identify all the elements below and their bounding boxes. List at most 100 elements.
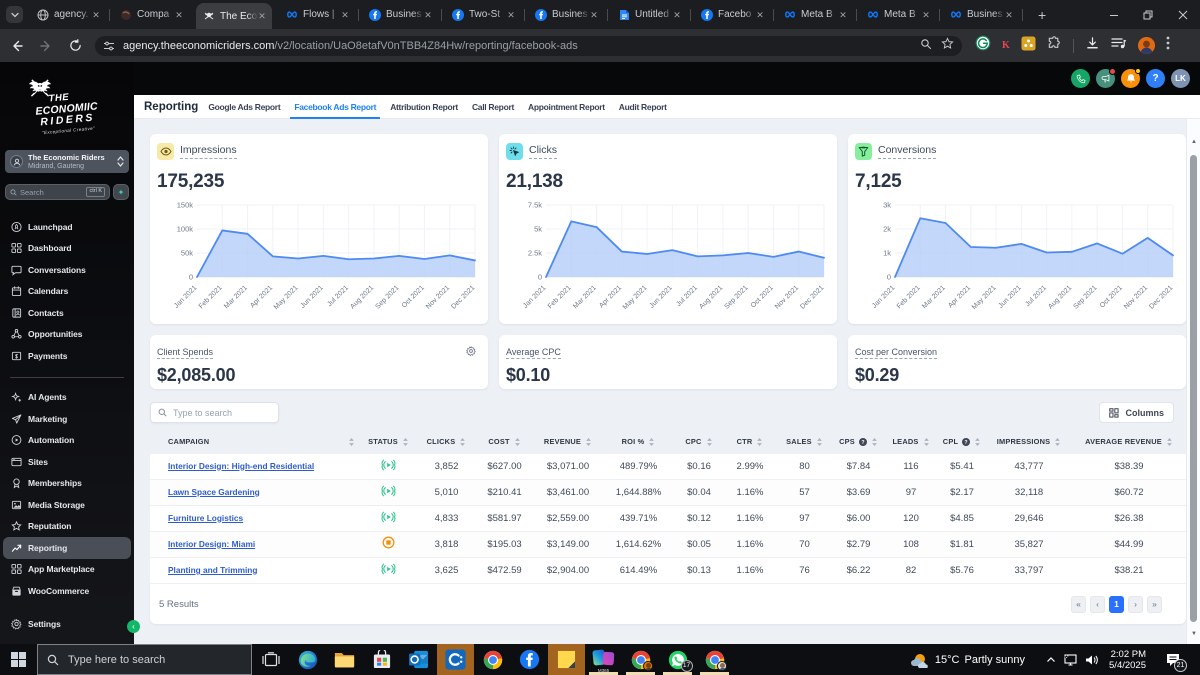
address-bar[interactable]: agency.theeconomicriders.com/v2/location… <box>95 35 962 56</box>
sidebar-item-conversations[interactable]: Conversations <box>0 259 134 281</box>
ai-assistant-button[interactable]: ✦ <box>113 184 129 200</box>
browser-tab-3[interactable]: The Eco ✕ <box>196 3 272 29</box>
campaign-link[interactable]: Interior Design: High-end Residential <box>168 461 314 471</box>
outlook-taskbar-button[interactable] <box>400 644 437 675</box>
campaign-link[interactable]: Furniture Logistics <box>168 513 243 523</box>
column-header-leads[interactable]: Leads <box>884 431 938 453</box>
sidebar-item-dashboard[interactable]: Dashboard <box>0 238 134 260</box>
tab-audit-report[interactable]: Audit Report <box>615 95 671 119</box>
sidebar-item-launchpad[interactable]: Launchpad <box>0 216 134 238</box>
c-app-taskbar-button[interactable] <box>437 644 474 675</box>
tab-call-report[interactable]: Call Report <box>468 95 518 119</box>
browser-tab-6[interactable]: Two-St ✕ <box>445 0 521 29</box>
chrome-taskbar-button[interactable] <box>474 644 511 675</box>
volume-icon[interactable] <box>1085 654 1099 666</box>
browser-profile-avatar[interactable] <box>1137 37 1155 54</box>
sidebar-item-reputation[interactable]: Reputation <box>0 516 134 538</box>
sidebar-item-opportunities[interactable]: Opportunities <box>0 324 134 346</box>
edge-taskbar-button[interactable] <box>289 644 326 675</box>
sidebar-search-input[interactable]: Search ctrl K <box>5 184 110 200</box>
scrollbar-thumb[interactable] <box>1190 155 1197 622</box>
campaign-link[interactable]: Lawn Space Gardening <box>168 487 260 497</box>
gear-icon[interactable] <box>466 343 476 361</box>
tray-chevron-icon[interactable] <box>1046 656 1056 664</box>
whatsapp-taskbar-button[interactable]: 17 <box>659 644 696 675</box>
sidebar-collapse-button[interactable]: ‹ <box>127 620 140 633</box>
taskbar-clock[interactable]: 2:02 PM 5/4/2025 <box>1109 649 1146 671</box>
help-button[interactable]: ? <box>1146 69 1165 88</box>
tab-appointment-report[interactable]: Appointment Report <box>524 95 609 119</box>
taskbar-search-input[interactable]: Type here to search <box>37 644 252 675</box>
weather-condition[interactable]: Partly sunny <box>964 654 1025 666</box>
sidebar-item-memberships[interactable]: Memberships <box>0 473 134 495</box>
column-header-clicks[interactable]: Clicks <box>417 431 476 453</box>
sidebar-item-media-storage[interactable]: Media Storage <box>0 494 134 516</box>
column-header-campaign[interactable]: Campaign <box>150 431 360 453</box>
yellow-extension-icon[interactable] <box>1021 36 1036 56</box>
tab-close-icon[interactable]: ✕ <box>175 10 183 19</box>
scroll-up-arrow[interactable]: ▲ <box>1190 139 1198 145</box>
column-header-ctr[interactable]: CTR <box>724 431 776 453</box>
tab-attribution-report[interactable]: Attribution Report <box>386 95 462 119</box>
table-search-input[interactable]: Type to search <box>150 402 279 423</box>
page-scrollbar[interactable]: ▲ ▼ <box>1186 119 1200 644</box>
column-header-revenue[interactable]: Revenue <box>533 431 603 453</box>
tab-close-icon[interactable]: ✕ <box>507 10 515 19</box>
browser-tab-4[interactable]: Flows | ✕ <box>279 0 355 29</box>
bookmark-star-icon[interactable] <box>941 36 954 55</box>
location-switcher[interactable]: The Economic Riders Midrand, Gauteng <box>5 150 129 173</box>
tab-google-ads-report[interactable]: Google Ads Report <box>204 95 284 119</box>
page-button[interactable]: « <box>1071 595 1086 613</box>
sidebar-item-app-marketplace[interactable]: App Marketplace <box>0 559 134 581</box>
browser-tab-12[interactable]: Busines ✕ <box>943 0 1019 29</box>
tab-facebook-ads-report[interactable]: Facebook Ads Report <box>290 95 381 119</box>
browser-tab-10[interactable]: Meta B ✕ <box>777 0 853 29</box>
file-explorer-taskbar-button[interactable] <box>326 644 363 675</box>
playlist-icon[interactable] <box>1111 36 1127 55</box>
reload-button[interactable] <box>63 34 87 58</box>
browser-menu-icon[interactable] <box>1166 36 1170 55</box>
tab-close-icon[interactable]: ✕ <box>922 10 930 19</box>
chrome-profile1-taskbar-button[interactable] <box>622 644 659 675</box>
browser-tab-8[interactable]: Untitled ✕ <box>611 0 687 29</box>
m365-taskbar-button[interactable]: M365 <box>585 644 622 675</box>
sidebar-item-contacts[interactable]: Contacts <box>0 302 134 324</box>
column-header-average-revenue[interactable]: Average Revenue <box>1072 431 1186 453</box>
column-header-status[interactable]: Status <box>360 431 417 453</box>
announcements-button[interactable] <box>1096 68 1116 88</box>
tab-close-icon[interactable]: ✕ <box>424 10 432 19</box>
sidebar-item-calendars[interactable]: Calendars <box>0 281 134 303</box>
tab-close-icon[interactable]: ✕ <box>341 10 349 19</box>
search-icon[interactable] <box>920 37 932 55</box>
tab-search-chevron-icon[interactable] <box>6 6 23 23</box>
downloads-icon[interactable] <box>1085 36 1100 56</box>
extensions-puzzle-icon[interactable] <box>1047 35 1062 56</box>
page-button-current[interactable]: 1 <box>1109 595 1124 613</box>
browser-tab-5[interactable]: Busines ✕ <box>362 0 438 29</box>
chrome-profile2-taskbar-button[interactable] <box>696 644 733 675</box>
network-icon[interactable] <box>1063 653 1078 666</box>
scroll-down-arrow[interactable]: ▼ <box>1190 631 1198 637</box>
close-window-button[interactable] <box>1166 0 1200 29</box>
browser-tab-1[interactable]: agency. ✕ <box>30 0 106 29</box>
site-settings-icon[interactable] <box>103 40 115 52</box>
tab-close-icon[interactable]: ✕ <box>756 10 764 19</box>
browser-tab-9[interactable]: Facebo ✕ <box>694 0 770 29</box>
column-header-roi-[interactable]: ROI % <box>603 431 674 453</box>
phone-button[interactable] <box>1071 69 1090 88</box>
sidebar-item-woocommerce[interactable]: WooCommerce <box>0 580 134 602</box>
browser-tab-2[interactable]: Compa ✕ <box>113 0 189 29</box>
campaign-link[interactable]: Interior Design: Miami <box>168 539 255 549</box>
sidebar-item-settings[interactable]: Settings <box>0 614 134 636</box>
restore-button[interactable] <box>1131 0 1166 29</box>
columns-button[interactable]: Columns <box>1099 402 1174 423</box>
action-center-button[interactable]: 21 <box>1163 650 1187 672</box>
weather-temp[interactable]: 15°C <box>935 654 960 666</box>
tab-close-icon[interactable]: ✕ <box>839 10 847 19</box>
tab-close-icon[interactable]: ✕ <box>673 10 681 19</box>
column-header-impressions[interactable]: Impressions <box>986 431 1072 453</box>
page-button[interactable]: » <box>1147 595 1162 613</box>
sticky-notes-taskbar-button[interactable] <box>548 644 585 675</box>
page-button[interactable]: › <box>1128 595 1143 613</box>
browser-tab-11[interactable]: Meta B ✕ <box>860 0 936 29</box>
